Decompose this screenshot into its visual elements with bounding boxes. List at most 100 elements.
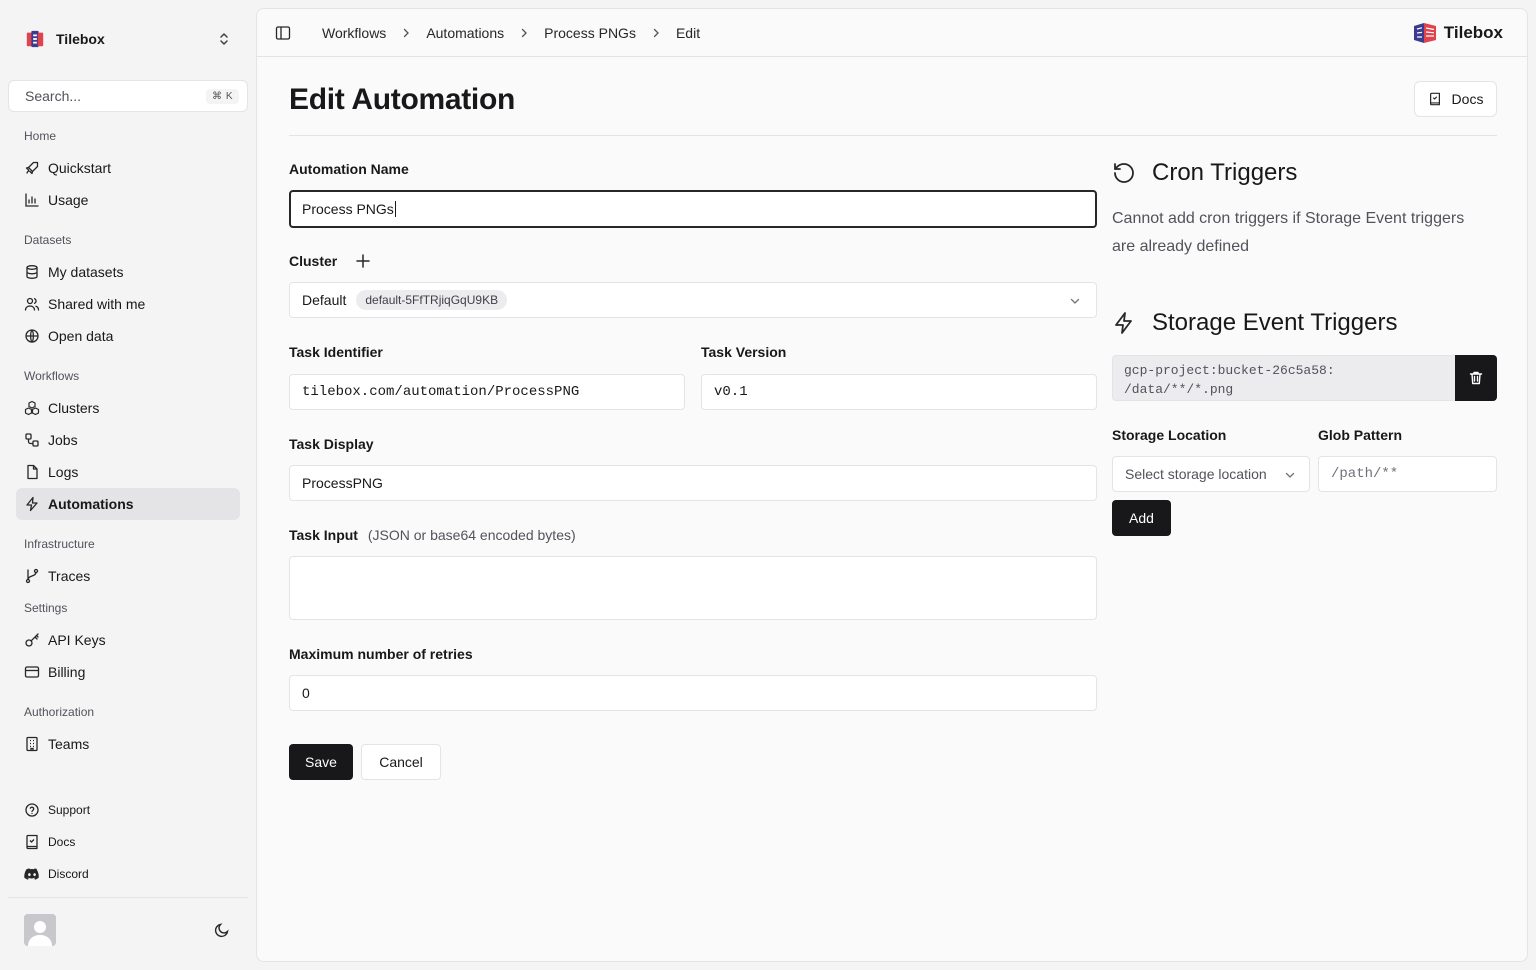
sidebar-item-teams[interactable]: Teams [16, 728, 240, 760]
discord-icon [24, 868, 39, 880]
trigger-line2: /data/**/*.png [1124, 382, 1234, 397]
cancel-button[interactable]: Cancel [361, 744, 441, 780]
sidebar-item-docs[interactable]: Docs [16, 826, 240, 858]
sidebar-item-label: Quickstart [48, 160, 112, 176]
plus-icon[interactable] [355, 253, 371, 269]
sidebar-item-traces[interactable]: Traces [16, 560, 240, 592]
task-identifier-label: Task Identifier [289, 344, 383, 360]
top-bar: Workflows Automations Process PNGs Edit … [257, 9, 1527, 57]
task-input-textarea[interactable] [289, 556, 1097, 620]
book-check-icon [26, 834, 38, 850]
nav-section-workflows: Workflows [24, 369, 80, 383]
sidebar-item-automations[interactable]: Automations [16, 488, 240, 520]
database-icon [26, 265, 38, 279]
bar-chart-icon [25, 193, 39, 207]
chevron-right-icon [653, 28, 659, 38]
chevrons-up-down-icon [220, 33, 228, 45]
sidebar-item-my-datasets[interactable]: My datasets [16, 256, 240, 288]
max-retries-input[interactable]: 0 [289, 675, 1097, 711]
cluster-select[interactable]: Default default-5FfTRjiqGqU9KB [289, 282, 1097, 318]
cron-triggers-message: Cannot add cron triggers if Storage Even… [1112, 205, 1502, 261]
task-version-input[interactable]: v0.1 [701, 374, 1097, 410]
task-display-input[interactable]: ProcessPNG [289, 465, 1097, 501]
sidebar-footer-links: Support Docs Discord [16, 794, 240, 890]
max-retries-value: 0 [302, 685, 310, 701]
sidebar-item-label: Clusters [48, 400, 100, 416]
git-branch-icon [25, 568, 39, 584]
task-version-value: v0.1 [714, 384, 748, 400]
sidebar-item-jobs[interactable]: Jobs [16, 424, 240, 456]
nav-section-home: Home [24, 129, 57, 143]
docs-button-label: Docs [1451, 91, 1484, 107]
glob-pattern-label: Glob Pattern [1318, 427, 1403, 443]
sidebar-item-label: Support [48, 803, 91, 817]
sidebar-toggle-icon[interactable] [275, 25, 291, 41]
building-icon [26, 736, 38, 752]
sidebar-item-support[interactable]: Support [16, 794, 240, 826]
task-identifier-input[interactable]: tilebox.com/automation/ProcessPNG [289, 374, 685, 410]
trash-icon [1469, 371, 1483, 385]
avatar[interactable] [24, 914, 56, 946]
sidebar-item-label: Teams [48, 736, 90, 752]
theme-toggle-icon[interactable] [214, 922, 230, 938]
storage-location-select[interactable]: Select storage location [1112, 456, 1310, 492]
task-identifier-value: tilebox.com/automation/ProcessPNG [302, 384, 580, 400]
breadcrumb-process-pngs[interactable]: Process PNGs [544, 25, 636, 41]
help-circle-icon [25, 803, 39, 817]
cron-message-line1: Cannot add cron triggers if Storage Even… [1112, 210, 1465, 227]
cluster-name: Default [302, 292, 347, 308]
delete-trigger-button[interactable] [1455, 355, 1497, 401]
sidebar-item-logs[interactable]: Logs [16, 456, 240, 488]
breadcrumb: Workflows Automations Process PNGs Edit [322, 9, 700, 57]
sidebar-item-label: My datasets [48, 264, 124, 280]
max-retries-label: Maximum number of retries [289, 646, 473, 662]
storage-location-label: Storage Location [1112, 427, 1227, 443]
task-input-hint: (JSON or base64 encoded bytes) [367, 527, 576, 543]
sidebar-item-label: Shared with me [48, 296, 146, 312]
credit-card-icon [24, 666, 40, 678]
sidebar-item-label: Docs [48, 835, 76, 849]
automation-name-input[interactable]: Process PNGs [289, 190, 1097, 228]
chevron-right-icon [521, 28, 528, 38]
storage-location-placeholder: Select storage location [1125, 466, 1267, 482]
breadcrumb-workflows[interactable]: Workflows [322, 25, 386, 41]
sidebar-item-label: Jobs [48, 432, 78, 448]
team-switcher[interactable]: Tilebox [16, 22, 240, 56]
glob-pattern-input[interactable]: /path/** [1318, 456, 1497, 492]
cron-message-line2: are already defined [1112, 238, 1249, 255]
trigger-line1: gcp-project:bucket-26c5a58: [1124, 363, 1335, 378]
users-icon [24, 297, 40, 311]
nav-section-infrastructure: Infrastructure [24, 537, 95, 551]
docs-button[interactable]: Docs [1414, 81, 1497, 117]
brand-logo[interactable]: Tilebox [1412, 21, 1503, 45]
task-version-label: Task Version [701, 344, 787, 360]
sidebar-item-api-keys[interactable]: API Keys [16, 624, 240, 656]
main-panel: Workflows Automations Process PNGs Edit … [256, 8, 1528, 962]
sidebar-item-usage[interactable]: Usage [16, 184, 240, 216]
breadcrumb-edit: Edit [675, 25, 701, 41]
existing-storage-trigger: gcp-project:bucket-26c5a58: /data/**/*.p… [1112, 355, 1456, 401]
sidebar-item-label: Automations [48, 496, 134, 512]
sidebar-item-clusters[interactable]: Clusters [16, 392, 240, 424]
sidebar-item-label: Logs [48, 464, 79, 480]
chevron-down-icon [1285, 472, 1295, 478]
sidebar-item-open-data[interactable]: Open data [16, 320, 240, 352]
save-button[interactable]: Save [289, 744, 353, 780]
sidebar-item-label: API Keys [48, 632, 106, 648]
add-trigger-button[interactable]: Add [1112, 500, 1171, 536]
nav-section-settings: Settings [24, 601, 68, 615]
glob-pattern-placeholder: /path/** [1331, 466, 1399, 482]
nav-section-datasets: Datasets [24, 233, 72, 247]
breadcrumb-automations[interactable]: Automations [426, 25, 504, 41]
sidebar-item-label: Billing [48, 664, 86, 680]
zap-icon [26, 496, 38, 512]
sidebar-item-shared-with-me[interactable]: Shared with me [16, 288, 240, 320]
sidebar-item-quickstart[interactable]: Quickstart [16, 152, 240, 184]
sidebar-item-discord[interactable]: Discord [16, 858, 240, 890]
nav-section-authorization: Authorization [24, 705, 95, 719]
sidebar-divider [8, 897, 248, 898]
cluster-label: Cluster [289, 253, 338, 269]
rotate-ccw-icon [1114, 163, 1134, 183]
search-input[interactable]: Search... ⌘ K [8, 80, 248, 112]
sidebar-item-billing[interactable]: Billing [16, 656, 240, 688]
